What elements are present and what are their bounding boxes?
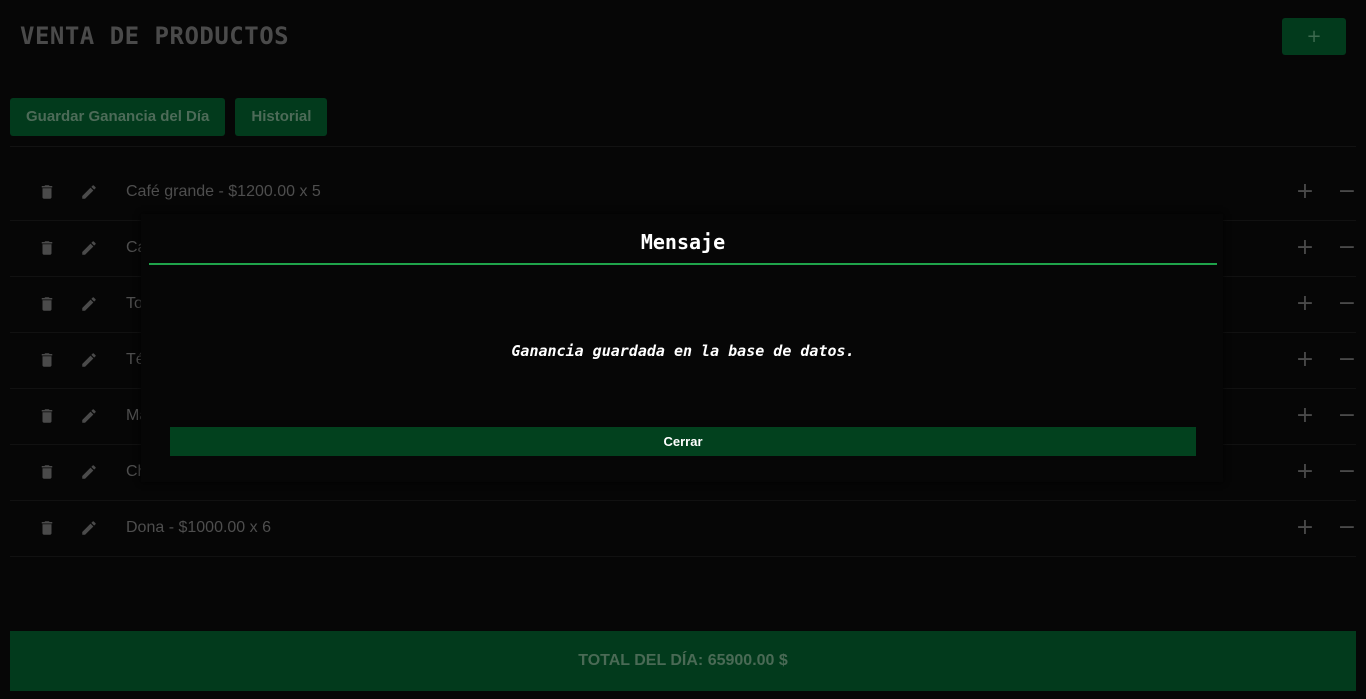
trash-icon[interactable] — [38, 239, 56, 257]
dialog-divider — [149, 263, 1217, 265]
product-label: Café grande - $1200.00 x 5 — [126, 183, 321, 200]
list-item: Café grande - $1200.00 x 5 + − — [10, 165, 1356, 221]
trash-icon[interactable] — [38, 407, 56, 425]
decrement-button[interactable]: − — [1336, 403, 1358, 429]
message-dialog: Mensaje Ganancia guardada en la base de … — [141, 214, 1223, 482]
product-label: Dona - $1000.00 x 6 — [126, 519, 271, 536]
save-profit-button[interactable]: Guardar Ganancia del Día — [10, 98, 226, 136]
trash-icon[interactable] — [38, 183, 56, 201]
increment-button[interactable]: + — [1294, 235, 1316, 261]
history-button[interactable]: Historial — [235, 98, 328, 136]
increment-button[interactable]: + — [1294, 459, 1316, 485]
trash-icon[interactable] — [38, 519, 56, 537]
increment-button[interactable]: + — [1294, 347, 1316, 373]
decrement-button[interactable]: − — [1336, 179, 1358, 205]
action-bar: Guardar Ganancia del Día Historial — [10, 98, 328, 136]
divider — [10, 146, 1356, 147]
add-product-button[interactable]: + — [1282, 18, 1346, 55]
decrement-button[interactable]: − — [1336, 235, 1358, 261]
pencil-icon[interactable] — [80, 519, 98, 537]
trash-icon[interactable] — [38, 463, 56, 481]
dialog-title: Mensaje — [640, 230, 726, 254]
decrement-button[interactable]: − — [1336, 291, 1358, 317]
pencil-icon[interactable] — [80, 295, 98, 313]
decrement-button[interactable]: − — [1336, 347, 1358, 373]
increment-button[interactable]: + — [1294, 179, 1316, 205]
daily-total-bar: TOTAL DEL DÍA: 65900.00 $ — [10, 631, 1356, 691]
header: VENTA DE PRODUCTOS + — [0, 0, 1366, 76]
app-root: VENTA DE PRODUCTOS + Guardar Ganancia de… — [0, 0, 1366, 699]
pencil-icon[interactable] — [80, 239, 98, 257]
increment-button[interactable]: + — [1294, 515, 1316, 541]
trash-icon[interactable] — [38, 295, 56, 313]
list-item: Dona - $1000.00 x 6 + − — [10, 501, 1356, 557]
trash-icon[interactable] — [38, 351, 56, 369]
decrement-button[interactable]: − — [1336, 459, 1358, 485]
close-button[interactable]: Cerrar — [170, 427, 1196, 456]
page-title: VENTA DE PRODUCTOS — [20, 22, 290, 50]
decrement-button[interactable]: − — [1336, 515, 1358, 541]
pencil-icon[interactable] — [80, 407, 98, 425]
increment-button[interactable]: + — [1294, 291, 1316, 317]
dialog-message: Ganancia guardada en la base de datos. — [511, 342, 855, 360]
pencil-icon[interactable] — [80, 351, 98, 369]
pencil-icon[interactable] — [80, 183, 98, 201]
pencil-icon[interactable] — [80, 463, 98, 481]
increment-button[interactable]: + — [1294, 403, 1316, 429]
